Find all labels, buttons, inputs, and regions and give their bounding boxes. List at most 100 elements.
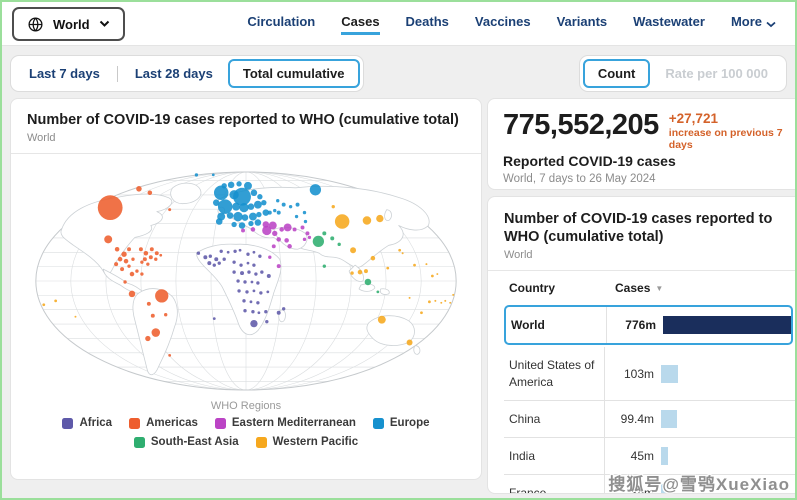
case-bubble[interactable] (242, 299, 246, 303)
case-bubble[interactable] (243, 280, 247, 284)
case-bubble[interactable] (272, 230, 278, 237)
case-bubble[interactable] (251, 310, 255, 314)
case-bubble[interactable] (266, 290, 270, 294)
sort-desc-icon[interactable]: ▼ (655, 284, 663, 293)
case-bubble[interactable] (227, 181, 235, 189)
case-bubble[interactable] (203, 255, 208, 260)
case-bubble[interactable] (215, 218, 223, 225)
case-bubble[interactable] (254, 272, 258, 276)
case-bubble[interactable] (430, 274, 434, 278)
case-bubble[interactable] (283, 223, 292, 232)
case-bubble[interactable] (240, 271, 245, 276)
case-bubble[interactable] (267, 210, 272, 215)
case-bubble[interactable] (250, 227, 256, 232)
case-bubble[interactable] (168, 354, 172, 357)
case-bubble[interactable] (239, 203, 249, 213)
case-bubble[interactable] (196, 251, 201, 256)
case-bubble[interactable] (127, 264, 131, 268)
case-bubble[interactable] (233, 249, 237, 254)
case-bubble[interactable] (300, 225, 305, 230)
case-bubble[interactable] (363, 269, 368, 274)
table-row-india[interactable]: India 45m (504, 437, 795, 475)
case-bubble[interactable] (135, 269, 139, 273)
case-bubble[interactable] (259, 291, 263, 295)
case-bubble[interactable] (425, 263, 428, 266)
nav-item-variants[interactable]: Variants (557, 2, 608, 46)
case-bubble[interactable] (331, 205, 335, 209)
case-bubble[interactable] (256, 301, 260, 305)
case-bubble[interactable] (129, 271, 135, 277)
case-bubble[interactable] (252, 289, 256, 293)
table-row-united-states-of-america[interactable]: United States of America 103m (504, 347, 795, 400)
case-bubble[interactable] (295, 202, 300, 207)
case-bubble[interactable] (146, 301, 151, 306)
case-bubble[interactable] (312, 235, 325, 248)
case-bubble[interactable] (279, 227, 284, 232)
case-bubble[interactable] (214, 257, 219, 262)
case-bubble[interactable] (309, 184, 322, 196)
case-bubble[interactable] (247, 203, 255, 211)
case-bubble[interactable] (256, 212, 262, 218)
filter-button-rate-per-100-000[interactable]: Rate per 100 000 (650, 59, 783, 88)
case-bubble[interactable] (245, 290, 249, 294)
case-bubble[interactable] (128, 290, 136, 298)
case-bubble[interactable] (252, 263, 256, 267)
case-bubble[interactable] (357, 269, 363, 275)
case-bubble[interactable] (287, 244, 292, 249)
case-bubble[interactable] (232, 260, 236, 264)
table-row-france[interactable]: France 39m (504, 474, 795, 493)
case-bubble[interactable] (334, 214, 350, 229)
case-bubble[interactable] (444, 299, 447, 302)
case-bubble[interactable] (241, 228, 246, 233)
case-bubble[interactable] (265, 320, 269, 324)
case-bubble[interactable] (154, 257, 158, 261)
case-bubble[interactable] (307, 235, 312, 240)
case-bubble[interactable] (276, 199, 280, 203)
case-bubble[interactable] (406, 339, 413, 346)
case-bubble[interactable] (257, 194, 263, 200)
case-bubble[interactable] (281, 202, 286, 207)
case-bubble[interactable] (247, 270, 251, 274)
case-bubble[interactable] (261, 200, 267, 206)
case-bubble[interactable] (266, 274, 271, 279)
case-bubble[interactable] (194, 173, 199, 177)
case-bubble[interactable] (257, 311, 261, 315)
case-bubble[interactable] (281, 307, 286, 311)
case-bubble[interactable] (232, 202, 241, 211)
case-bubble[interactable] (120, 267, 125, 272)
case-bubble[interactable] (231, 221, 237, 228)
case-bubble[interactable] (264, 310, 268, 314)
case-bubble[interactable] (236, 181, 242, 187)
case-bubble[interactable] (330, 236, 335, 241)
case-bubble[interactable] (398, 249, 402, 252)
filter-button-last-28-days[interactable]: Last 28 days (120, 59, 228, 88)
case-bubble[interactable] (238, 249, 242, 252)
nav-item-vaccines[interactable]: Vaccines (475, 2, 531, 46)
case-bubble[interactable] (350, 247, 357, 254)
case-bubble[interactable] (168, 208, 172, 212)
case-bubble[interactable] (440, 301, 443, 304)
case-bubble[interactable] (337, 242, 341, 247)
case-bubble[interactable] (208, 254, 212, 259)
case-bubble[interactable] (276, 264, 281, 269)
case-bubble[interactable] (142, 257, 147, 262)
case-bubble[interactable] (233, 212, 243, 222)
case-bubble[interactable] (149, 247, 154, 252)
case-bubble[interactable] (148, 255, 153, 260)
case-bubble[interactable] (276, 237, 281, 242)
case-bubble[interactable] (123, 280, 127, 284)
nav-item-deaths[interactable]: Deaths (406, 2, 449, 46)
case-bubble[interactable] (322, 231, 327, 236)
case-bubble[interactable] (420, 311, 423, 315)
case-bubble[interactable] (262, 225, 272, 236)
case-bubble[interactable] (246, 261, 250, 265)
case-bubble[interactable] (213, 185, 229, 201)
case-bubble[interactable] (151, 328, 161, 337)
case-bubble[interactable] (254, 219, 262, 226)
case-bubble[interactable] (452, 294, 455, 296)
case-bubble[interactable] (408, 296, 411, 299)
case-bubble[interactable] (292, 227, 297, 232)
case-bubble[interactable] (226, 250, 230, 254)
filter-button-count[interactable]: Count (582, 59, 651, 88)
case-bubble[interactable] (143, 251, 149, 256)
